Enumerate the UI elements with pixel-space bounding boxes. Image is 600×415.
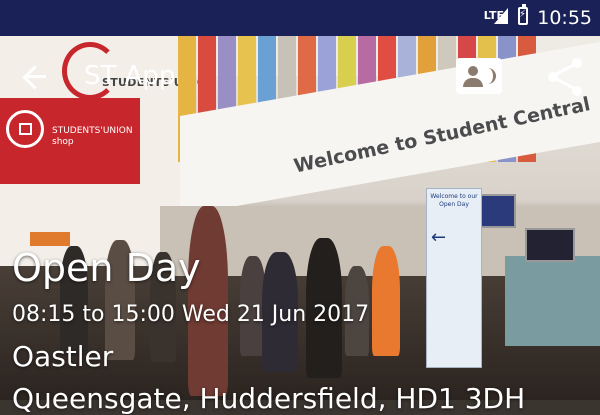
- open-day-stand-text: Welcome to our Open Day: [430, 193, 478, 208]
- contact-person-head: [468, 66, 478, 76]
- share-dot-middle: [548, 72, 558, 82]
- shop-sign-text: STUDENTS'UNION shop: [52, 126, 133, 147]
- contact-person-body: [463, 78, 483, 87]
- contact-card-icon[interactable]: [456, 58, 502, 94]
- share-dot-bottom: [572, 86, 582, 96]
- app-title: ST App: [84, 61, 176, 91]
- app-bar: ST App: [0, 36, 600, 116]
- back-arrow-icon[interactable]: [18, 60, 52, 94]
- signal-icon: [494, 8, 508, 24]
- event-datetime: 08:15 to 15:00 Wed 21 Jun 2017: [12, 302, 370, 327]
- wall-screen: [478, 194, 516, 228]
- share-dot-top: [572, 58, 582, 68]
- event-address: Queensgate, Huddersfield, HD1 3DH: [12, 382, 526, 415]
- event-title: Open Day: [12, 246, 201, 290]
- battery-charging-icon: [518, 4, 528, 25]
- event-venue: Oastler: [12, 340, 114, 373]
- status-bar: LTE 10:55: [0, 0, 600, 36]
- status-time: 10:55: [537, 7, 592, 29]
- share-icon[interactable]: [544, 56, 584, 98]
